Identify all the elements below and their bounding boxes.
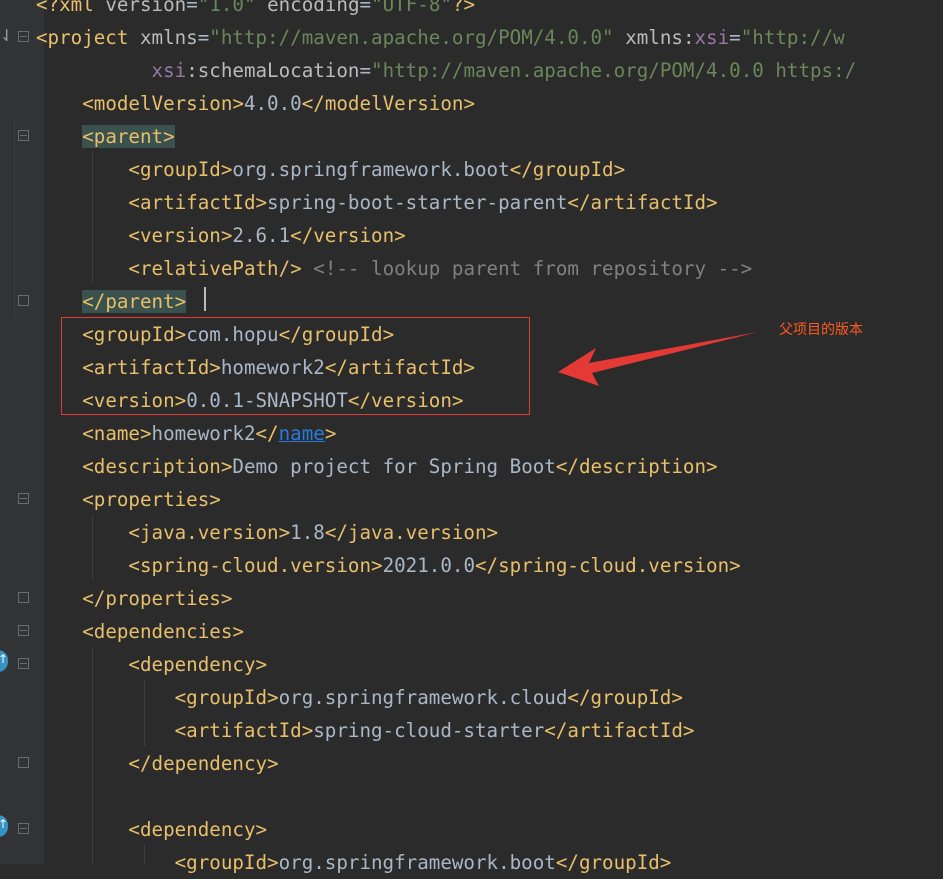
- annotation-arrow: [558, 332, 758, 386]
- annotation-label: 父项目的版本: [779, 322, 863, 338]
